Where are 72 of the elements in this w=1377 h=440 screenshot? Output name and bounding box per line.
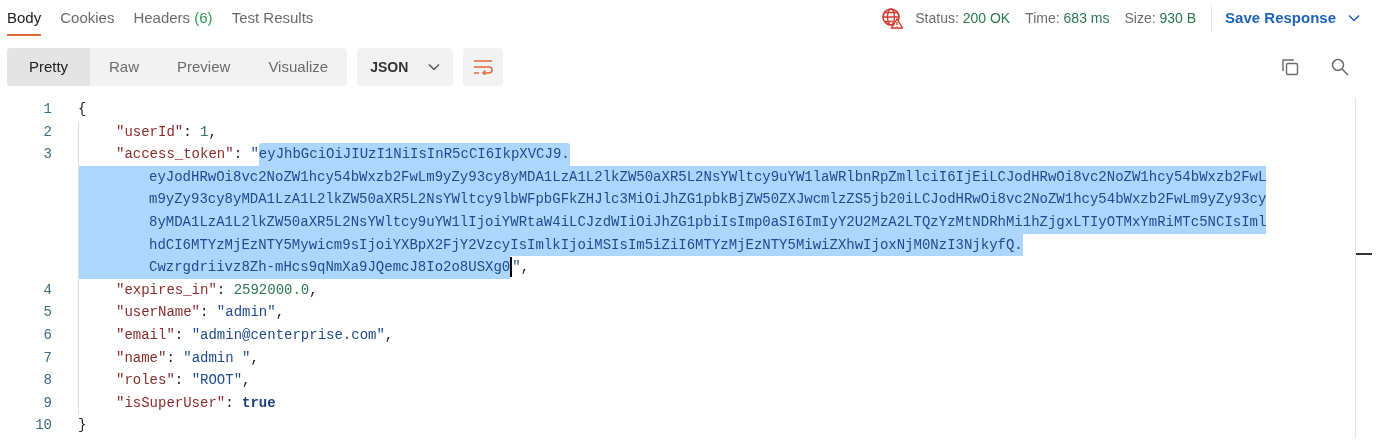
punctuation: ,: [242, 371, 251, 391]
format-dropdown[interactable]: JSON: [357, 48, 454, 86]
line-number: 10: [34, 416, 52, 436]
line-number: 7: [42, 348, 52, 368]
string-value: "admin": [216, 303, 276, 323]
punctuation: :: [174, 325, 185, 345]
punctuation: ,: [520, 258, 530, 278]
json-key: "userName": [116, 301, 200, 324]
selected-text: hdCI6MTYzMjEzNTY5Mywicm9sIjoiYXBpX2FjY2VzcyIsImlkIjoiMSIsIm5iZiI6MTYzMjEzNTY5MiwiZXhwIjoxNjM0NzI3NjkyfQ.: [79, 233, 1023, 257]
status-reading: Time: 683 ms: [1025, 8, 1110, 28]
json-key: "email": [116, 323, 175, 347]
punctuation: :: [225, 393, 235, 413]
json-key: "isSuperUser": [116, 391, 226, 415]
view-option[interactable]: Visualize: [249, 48, 348, 86]
globe-warning-icon: [881, 7, 904, 29]
json-key: "userId": [116, 120, 184, 144]
json-key: "expires_in": [116, 278, 217, 302]
punctuation: :: [200, 303, 210, 323]
response-tab[interactable]: Body: [7, 0, 42, 36]
line-number: 6: [42, 325, 52, 345]
response-tab[interactable]: Headers (6): [133, 0, 213, 36]
response-tab[interactable]: Test Results: [231, 0, 314, 36]
chevron-down-icon: [428, 63, 441, 71]
view-option[interactable]: Raw: [90, 48, 158, 86]
line-number: 3: [42, 145, 52, 165]
status-reading: Size: 930 B: [1124, 8, 1197, 28]
string-value: "ROOT": [191, 371, 243, 391]
line-number: 1: [42, 100, 52, 119]
search-icon: [1331, 58, 1349, 76]
punctuation: :: [183, 122, 193, 142]
selected-text: eyJodHRwOi8vc2NoZW1hcy54bWxzb2FwLm9yZy93cy8yMDA1LzA1L2lkZW50aXR5L2NsYWltcy9uYW1laWRlbnRpZmllciI6IjEiLCJodHRwOi8vc2NoZW1hcy54bWxzb2FwL: [79, 165, 1267, 189]
scroll-marker: [1356, 253, 1372, 255]
json-key: "roles": [116, 369, 175, 392]
number-value: 1: [200, 122, 209, 142]
wrap-lines-button[interactable]: [463, 48, 504, 86]
wrap-lines-icon: [473, 59, 494, 75]
punctuation: ,: [384, 325, 394, 345]
punctuation: }: [78, 416, 87, 436]
selected-text: m9yZy93cy8yMDA1LzA1L2lkZW50aXR5L2NsYWltcy9lbWFpbGFkZHJlc3MiOiJhZG1pbkBjZW50ZXJwcmlzZS5jb20iLCJodHRwOi8vc2NoZW1hcy54bWxzb2FwLm9yZy93cy: [79, 188, 1267, 211]
punctuation: :: [166, 348, 176, 368]
line-number: 2: [42, 122, 52, 142]
line-number: 4: [42, 280, 52, 300]
save-response-button[interactable]: Save Response: [1225, 6, 1360, 30]
response-tab[interactable]: Cookies: [60, 0, 115, 36]
selected-text: Cwzrgdriivz8Zh-mHcs9qNmXa9JQemcJ8Io2o8USXg0: [79, 256, 511, 279]
copy-icon: [1281, 58, 1299, 76]
text-cursor: [510, 257, 513, 278]
view-option[interactable]: Pretty: [7, 48, 90, 86]
punctuation: ,: [275, 303, 285, 323]
selected-text: 8yMDA1LzA1L2lkZW50aXR5L2NsYWltcy9uYW1lIjoiYWRtaW4iLCJzdWIiOiJhZG1pbiIsImp0aSI6ImIyY2U2MzA2LTQzYzMtNDRhMi1hZjgxLTIyOTMxYmRiMTc5NCIsIml: [79, 210, 1267, 234]
json-key: "access_token": [116, 143, 234, 166]
selected-text: eyJhbGciOiJIUzI1NiIsInR5cCI6IkpXVCJ9.: [258, 143, 570, 166]
punctuation: ,: [208, 122, 217, 142]
punctuation: :: [233, 145, 244, 165]
json-key: "name": [116, 346, 167, 370]
number-value: 2592000.0: [233, 280, 310, 300]
status-reading: Status: 200 OK: [915, 8, 1011, 28]
line-number: 5: [42, 303, 52, 323]
view-option[interactable]: Preview: [158, 48, 250, 86]
punctuation: {: [78, 100, 87, 119]
line-number: 8: [42, 371, 52, 391]
string-value: ": [250, 145, 259, 165]
line-number: 9: [42, 393, 52, 413]
string-value: ": [512, 258, 521, 278]
punctuation: ,: [309, 280, 318, 300]
string-value: "admin@centerprise.com": [191, 325, 385, 345]
string-value: "admin ": [183, 348, 251, 368]
chevron-down-icon: [1348, 14, 1360, 22]
punctuation: ,: [250, 348, 259, 368]
boolean-value: true: [242, 393, 276, 413]
punctuation: :: [216, 280, 227, 300]
punctuation: :: [174, 371, 185, 391]
